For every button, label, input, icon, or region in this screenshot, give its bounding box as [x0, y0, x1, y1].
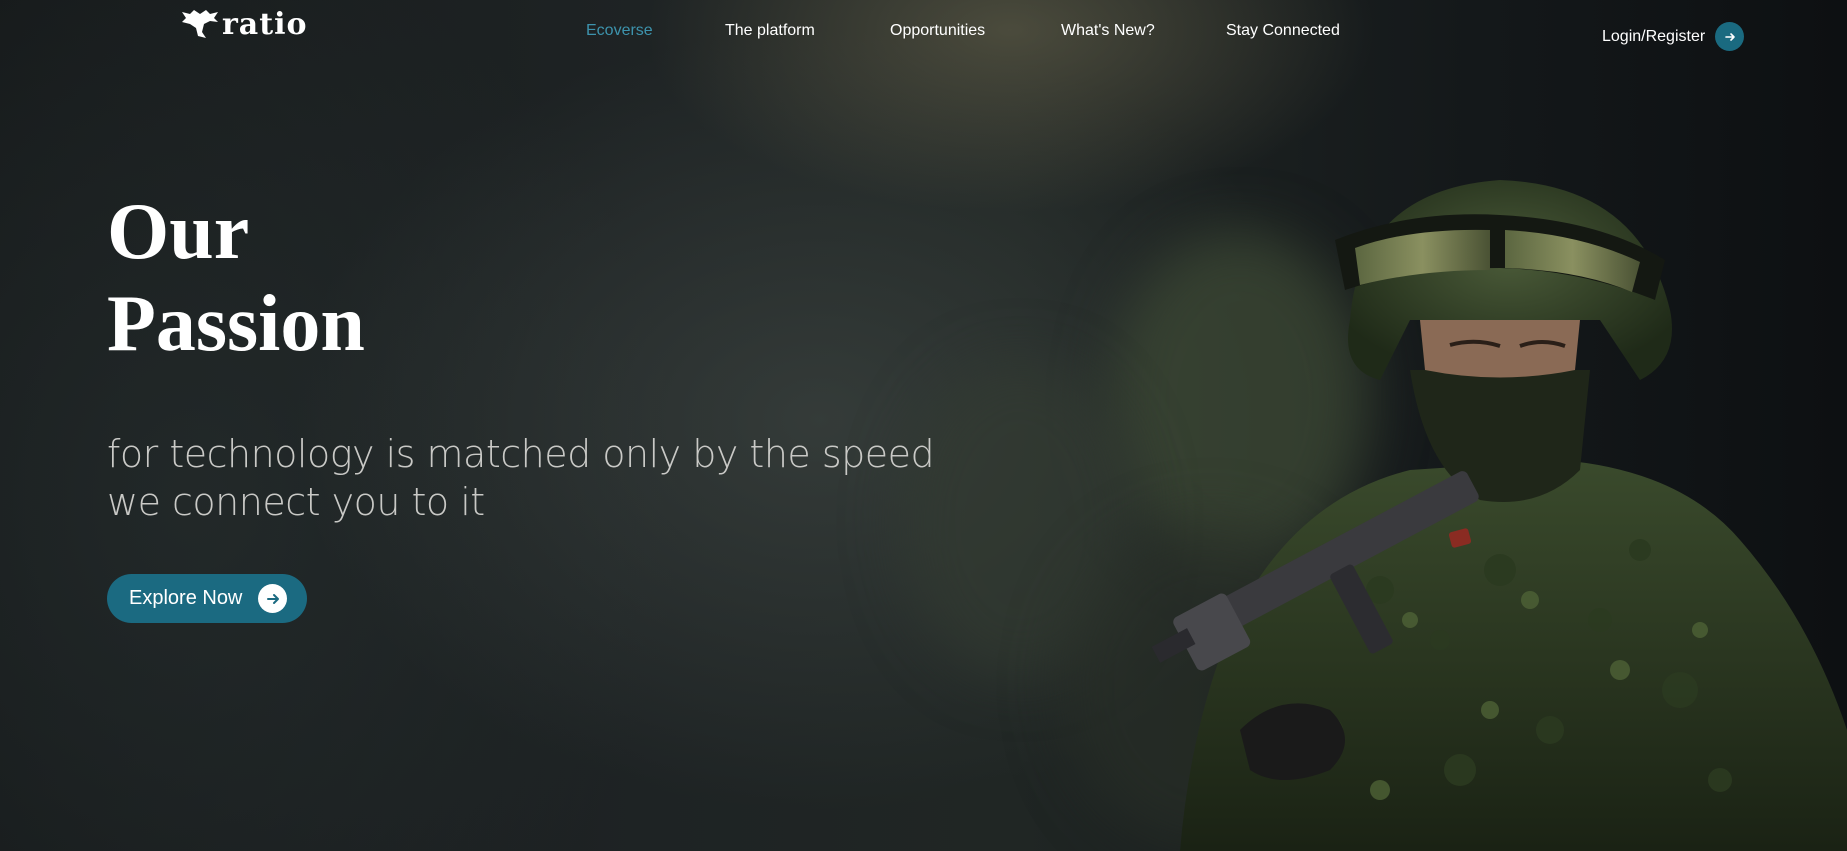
logo[interactable]: ratio [180, 8, 308, 42]
arrow-right-circle-icon [258, 584, 287, 613]
nav-item-stay-connected[interactable]: Stay Connected [1226, 22, 1340, 40]
site-header: ratio Ecoverse The platform Opportunitie… [0, 0, 1847, 70]
nav-item-whats-new[interactable]: What's New? [1061, 22, 1155, 40]
page: ratio Ecoverse The platform Opportunitie… [0, 0, 1847, 851]
login-register-button[interactable]: Login/Register [1602, 22, 1745, 51]
login-register-label: Login/Register [1602, 27, 1706, 45]
logo-text: ratio [222, 7, 308, 42]
nav-item-the-platform[interactable]: The platform [725, 22, 815, 40]
hero-subtitle: for technology is matched only by the sp… [107, 432, 935, 524]
hero-title: Our Passion [107, 186, 607, 370]
soldier-hero-image [1151, 180, 1847, 851]
arrow-right-icon [1715, 22, 1745, 51]
eagle-logo-icon [182, 10, 218, 38]
explore-now-label: Explore Now [129, 587, 243, 609]
explore-now-button[interactable]: Explore Now [107, 574, 307, 623]
nav-item-opportunities[interactable]: Opportunities [890, 22, 985, 40]
hero-title-line: Passion [107, 280, 365, 368]
hero-title-line: Our [107, 188, 250, 276]
nav-item-ecoverse[interactable]: Ecoverse [586, 22, 653, 40]
